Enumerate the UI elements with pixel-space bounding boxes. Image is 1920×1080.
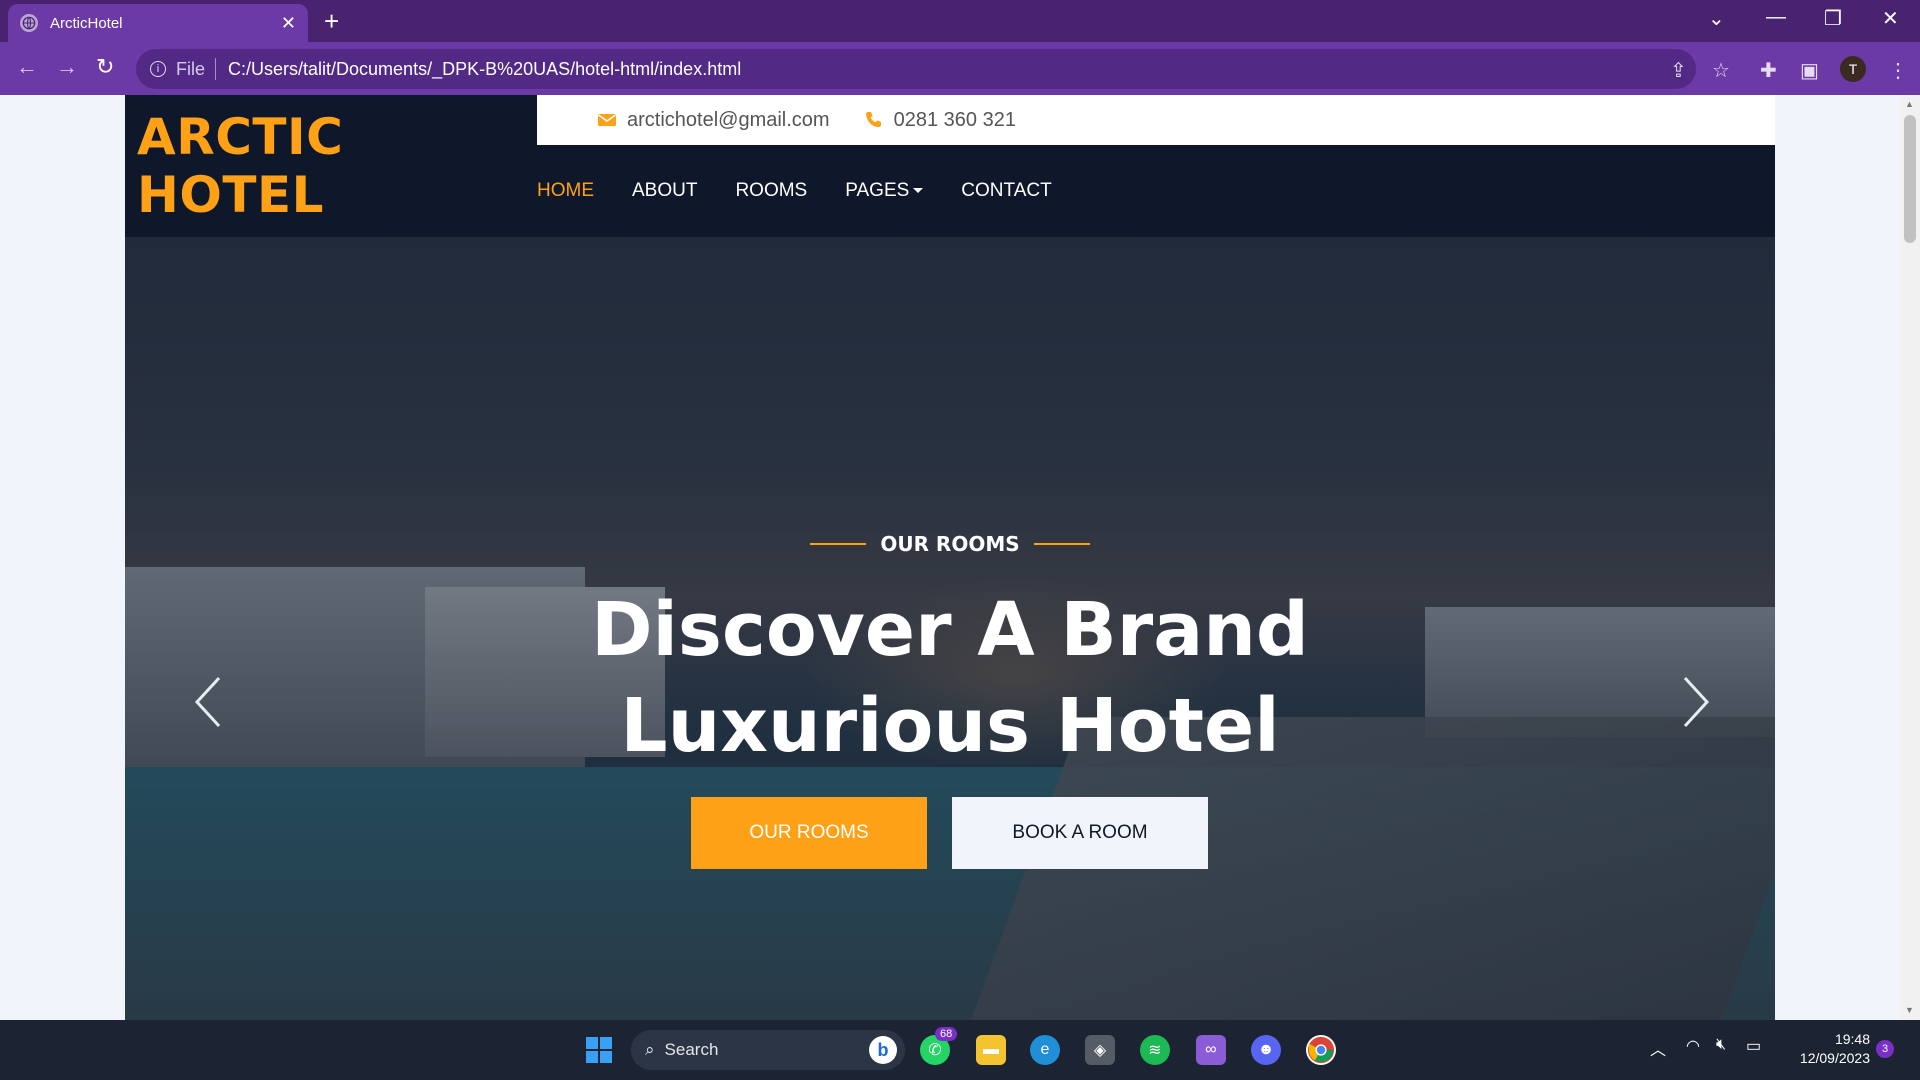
search-placeholder: Search [664, 1040, 719, 1059]
reload-icon[interactable]: ↻ [96, 54, 114, 80]
page-scrollbar[interactable]: ▲ ▼ [1900, 95, 1920, 1020]
book-room-button[interactable]: BOOK A ROOM [952, 797, 1208, 869]
spotify-icon[interactable]: ≋ [1140, 1035, 1170, 1065]
tab-title: ArcticHotel [50, 14, 123, 32]
scrollbar-thumb[interactable] [1904, 115, 1916, 243]
contact-strip: arctichotel@gmail.com 0281 360 321 [537, 95, 1775, 145]
nav-home[interactable]: HOME [537, 180, 594, 202]
phone-icon [865, 112, 881, 127]
brand-logo[interactable]: ARCTIC HOTEL [137, 108, 537, 224]
brand-area: ARCTIC HOTEL [125, 95, 537, 237]
headline-line-2: Luxurious Hotel [620, 683, 1280, 769]
edge-icon[interactable]: e [1030, 1035, 1060, 1065]
restore-icon[interactable]: ❐ [1824, 6, 1842, 31]
omnibox-divider [215, 58, 217, 80]
profile-avatar[interactable]: T [1840, 56, 1866, 82]
hero-headline: Discover A Brand Luxurious Hotel [125, 582, 1775, 774]
globe-icon [20, 14, 38, 32]
hero-content: OUR ROOMS Discover A Brand Luxurious Hot… [125, 237, 1775, 1020]
file-scheme-label: File [176, 58, 206, 79]
discord-icon[interactable]: ☻ [1251, 1035, 1281, 1065]
whatsapp-badge: 68 [935, 1027, 958, 1041]
browser-tab[interactable]: ArcticHotel ✕ [8, 4, 308, 42]
info-icon[interactable]: i [150, 61, 166, 77]
clock-date: 12/09/2023 [1799, 1050, 1870, 1066]
envelope-icon [598, 114, 616, 126]
nav-pages-dropdown[interactable]: PAGES [845, 180, 924, 202]
minimize-icon[interactable]: — [1766, 6, 1786, 29]
headline-line-1: Discover A Brand [591, 587, 1309, 673]
phone-text: 0281 360 321 [893, 108, 1016, 131]
carousel-next-icon[interactable] [1675, 672, 1715, 732]
scroll-up-icon[interactable]: ▲ [1905, 99, 1914, 109]
eyebrow-line-left [810, 543, 867, 545]
taskbar-clock[interactable]: 19:48 12/09/2023 [1786, 1030, 1870, 1068]
volume-muted-icon[interactable]: 🔇︎ [1716, 1036, 1726, 1054]
page-viewport: ARCTIC HOTEL arctichotel@gmail.com 0281 … [0, 95, 1900, 1020]
caret-down-icon [913, 188, 924, 194]
notification-badge[interactable]: 3 [1876, 1040, 1894, 1058]
window-close-icon[interactable]: ✕ [1882, 6, 1899, 31]
hero-carousel: OUR ROOMS Discover A Brand Luxurious Hot… [125, 237, 1775, 1020]
scroll-down-icon[interactable]: ▼ [1905, 1005, 1914, 1015]
phone-contact: 0281 360 321 [864, 109, 1016, 132]
battery-icon[interactable]: ▭ [1746, 1036, 1761, 1056]
nav-about[interactable]: ABOUT [632, 180, 697, 202]
tray-overflow-icon[interactable]: ︿ [1650, 1036, 1666, 1060]
tab-search-icon[interactable]: ⌄ [1708, 6, 1725, 31]
hotel-site: ARCTIC HOTEL arctichotel@gmail.com 0281 … [125, 95, 1775, 1020]
back-icon[interactable]: ← [16, 54, 38, 80]
main-nav: HOME ABOUT ROOMS PAGES CONTACT [537, 145, 1775, 237]
carousel-prev-icon[interactable] [189, 672, 229, 732]
hero-eyebrow: OUR ROOMS [125, 532, 1775, 556]
address-bar[interactable]: i File C:/Users/talit/Documents/_DPK-B%2… [136, 49, 1696, 89]
browser-tab-strip: ArcticHotel ✕ + ⌄ — ❐ ✕ [0, 0, 1920, 42]
url-text[interactable]: C:/Users/talit/Documents/_DPK-B%20UAS/ho… [228, 59, 741, 80]
clock-time: 19:48 [1834, 1031, 1870, 1047]
chrome-icon[interactable] [1306, 1035, 1336, 1065]
unity-icon[interactable]: ◈ [1085, 1035, 1115, 1065]
visual-studio-icon[interactable]: ∞ [1196, 1035, 1226, 1065]
bookmark-star-icon[interactable]: ☆ [1712, 58, 1730, 83]
windows-start-icon[interactable] [584, 1035, 614, 1065]
our-rooms-button[interactable]: OUR ROOMS [691, 797, 927, 869]
windows-taskbar [0, 1020, 1920, 1080]
eyebrow-line-right [1033, 543, 1090, 545]
menu-kebab-icon[interactable]: ⋮ [1888, 58, 1908, 83]
nav-contact[interactable]: CONTACT [961, 180, 1051, 202]
email-text: arctichotel@gmail.com [627, 108, 830, 131]
extensions-icon[interactable]: ✚ [1760, 58, 1777, 83]
eyebrow-text: OUR ROOMS [880, 532, 1020, 556]
search-icon: ⌕ [645, 1040, 655, 1059]
file-explorer-icon[interactable]: ▬ [976, 1035, 1006, 1065]
new-tab-button[interactable]: + [324, 6, 339, 37]
share-icon[interactable]: ⇪ [1670, 58, 1687, 83]
forward-icon[interactable]: → [56, 54, 78, 80]
taskbar-search[interactable]: ⌕ Search b [631, 1030, 905, 1070]
email-contact: arctichotel@gmail.com [597, 109, 830, 132]
tab-close-icon[interactable]: ✕ [281, 13, 296, 34]
bing-icon[interactable]: b [869, 1036, 897, 1064]
nav-rooms[interactable]: ROOMS [735, 180, 807, 202]
wifi-icon[interactable]: ◠ [1686, 1036, 1700, 1056]
nav-pages-label: PAGES [845, 180, 910, 201]
side-panel-icon[interactable]: ▣ [1800, 58, 1819, 83]
